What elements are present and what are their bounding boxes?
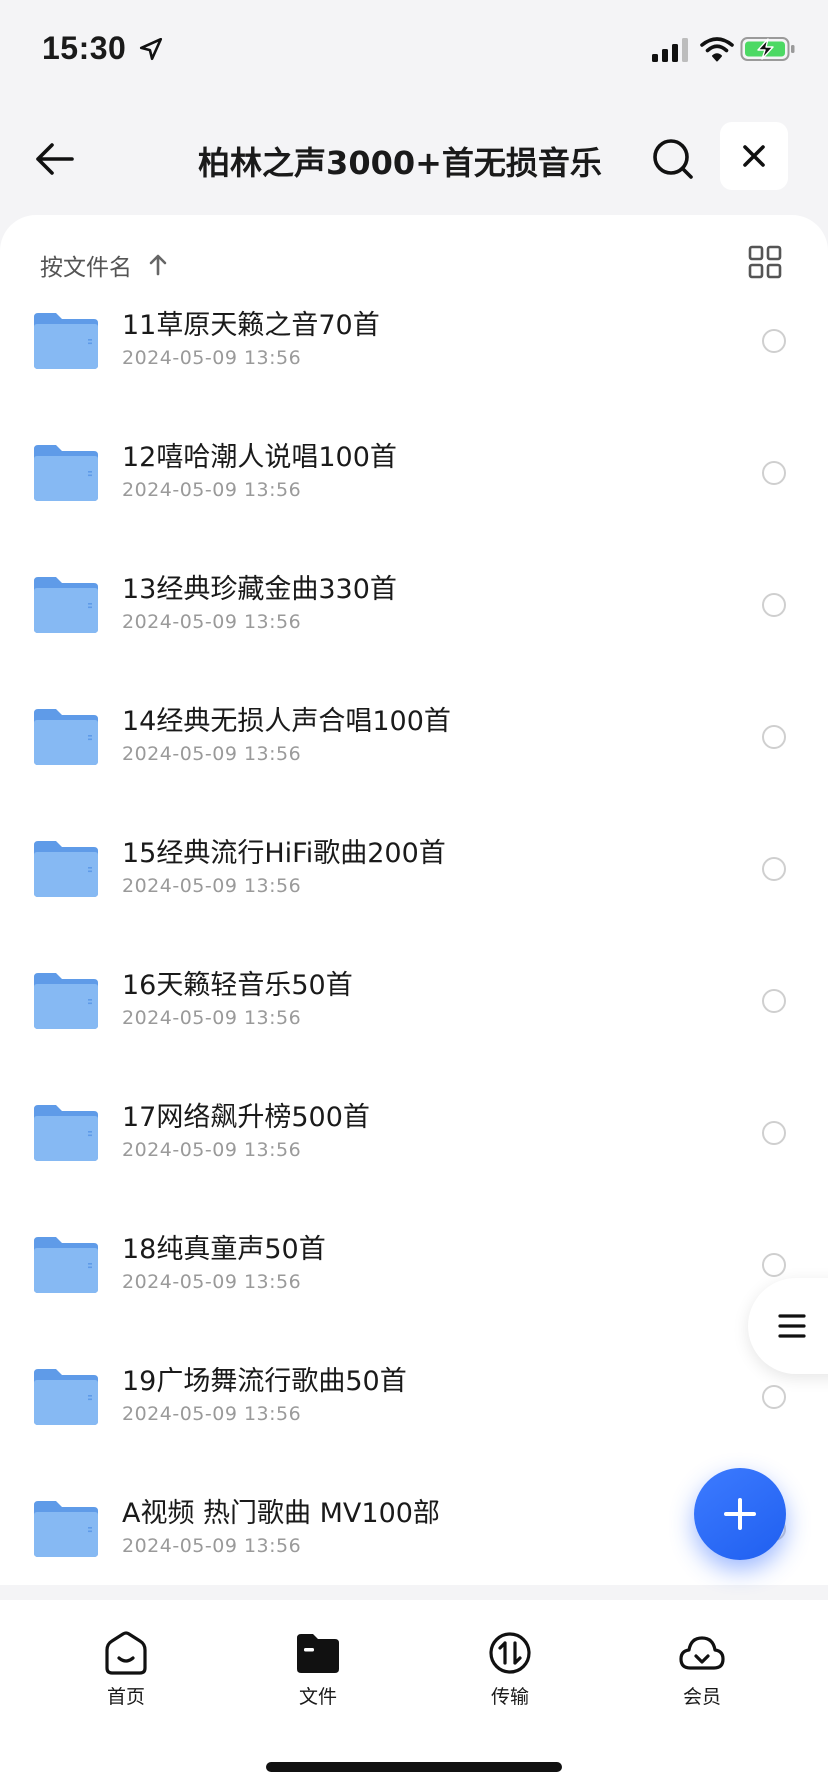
select-radio[interactable] <box>762 329 786 353</box>
file-list-item[interactable]: 12嘻哈潮人说唱100首 2024-05-09 13:56 <box>0 429 828 561</box>
folder-icon <box>34 1369 98 1425</box>
file-name: 17网络飙升榜500首 <box>122 1102 370 1133</box>
file-name: 19广场舞流行歌曲50首 <box>122 1366 407 1397</box>
select-radio[interactable] <box>762 857 786 881</box>
folder-icon <box>34 1105 98 1161</box>
file-name: 15经典流行HiFi歌曲200首 <box>122 838 446 869</box>
file-icon <box>297 1634 339 1673</box>
select-radio[interactable] <box>762 1121 786 1145</box>
file-date: 2024-05-09 13:56 <box>122 1535 302 1557</box>
file-name: 13经典珍藏金曲330首 <box>122 574 397 605</box>
tab-member[interactable]: 会员 <box>642 1630 762 1709</box>
file-name: 11草原天籁之音70首 <box>122 310 380 341</box>
file-name: 14经典无损人声合唱100首 <box>122 706 451 737</box>
bottom-safe-area <box>0 1720 828 1792</box>
cloud-icon <box>679 1636 725 1670</box>
location-arrow-icon <box>139 37 163 61</box>
tab-label: 传输 <box>490 1686 529 1708</box>
select-radio[interactable] <box>762 593 786 617</box>
tab-transfer[interactable]: 传输 <box>450 1630 570 1709</box>
select-radio[interactable] <box>762 989 786 1013</box>
add-button[interactable] <box>694 1468 786 1560</box>
folder-icon <box>34 709 98 765</box>
select-radio[interactable] <box>762 1385 786 1409</box>
folder-icon <box>34 1501 98 1557</box>
sort-control[interactable]: 按文件名 <box>40 245 170 285</box>
arrow-up-icon <box>149 254 167 276</box>
cellular-signal-icon <box>652 38 688 62</box>
file-name: 18纯真童声50首 <box>122 1234 326 1265</box>
file-date: 2024-05-09 13:56 <box>122 1139 302 1161</box>
close-icon <box>743 145 765 167</box>
file-name: 12嘻哈潮人说唱100首 <box>122 442 397 473</box>
page-title: 柏林之声3000+首无损音乐 <box>198 144 602 182</box>
status-time: 15:30 <box>42 30 127 66</box>
plus-icon <box>724 1498 756 1530</box>
tab-label: 会员 <box>682 1686 721 1708</box>
transfer-icon <box>489 1632 531 1674</box>
file-list-item[interactable]: 15经典流行HiFi歌曲200首 2024-05-09 13:56 <box>0 825 828 957</box>
home-indicator <box>266 1762 562 1772</box>
back-arrow-icon[interactable] <box>30 134 80 184</box>
tab-files[interactable]: 文件 <box>258 1630 378 1709</box>
bottom-tab-bar: 首页 文件 传输 会员 <box>0 1600 828 1720</box>
tab-label: 文件 <box>298 1686 337 1708</box>
file-list-item[interactable]: 19广场舞流行歌曲50首 2024-05-09 13:56 <box>0 1353 828 1485</box>
status-bar: 15:30 <box>0 0 828 100</box>
list-menu-icon <box>778 1314 806 1338</box>
folder-icon <box>34 445 98 501</box>
tab-label: 首页 <box>106 1686 145 1708</box>
folder-icon <box>34 973 98 1029</box>
tab-home[interactable]: 首页 <box>66 1630 186 1709</box>
file-list-panel: 按文件名 11草原天籁之音70首 2024-05-09 13:56 12嘻哈潮人说唱… <box>0 215 828 1585</box>
file-name: 16天籁轻音乐50首 <box>122 970 353 1001</box>
select-radio[interactable] <box>762 1253 786 1277</box>
file-date: 2024-05-09 13:56 <box>122 875 302 897</box>
folder-icon <box>34 1237 98 1293</box>
file-list-item[interactable]: 16天籁轻音乐50首 2024-05-09 13:56 <box>0 957 828 1089</box>
select-radio[interactable] <box>762 461 786 485</box>
grid-view-icon[interactable] <box>748 245 782 279</box>
file-date: 2024-05-09 13:56 <box>122 1007 302 1029</box>
file-name: A视频 热门歌曲 MV100部 <box>122 1498 440 1529</box>
file-list-item[interactable]: 17网络飙升榜500首 2024-05-09 13:56 <box>0 1089 828 1221</box>
file-date: 2024-05-09 13:56 <box>122 479 302 501</box>
home-icon <box>105 1631 147 1675</box>
select-radio[interactable] <box>762 725 786 749</box>
folder-icon <box>34 841 98 897</box>
file-date: 2024-05-09 13:56 <box>122 743 302 765</box>
wifi-icon <box>700 37 734 62</box>
file-date: 2024-05-09 13:56 <box>122 611 302 633</box>
file-list: 11草原天籁之音70首 2024-05-09 13:56 12嘻哈潮人说唱100首 2… <box>0 297 828 1585</box>
file-list-item[interactable]: 13经典珍藏金曲330首 2024-05-09 13:56 <box>0 561 828 693</box>
file-date: 2024-05-09 13:56 <box>122 1271 302 1293</box>
file-list-item[interactable]: 14经典无损人声合唱100首 2024-05-09 13:56 <box>0 693 828 825</box>
file-list-item[interactable]: 18纯真童声50首 2024-05-09 13:56 <box>0 1221 828 1353</box>
search-icon[interactable] <box>648 134 698 184</box>
folder-icon <box>34 577 98 633</box>
file-date: 2024-05-09 13:56 <box>122 1403 302 1425</box>
nav-bar: 柏林之声3000+首无损音乐 <box>0 110 828 210</box>
close-button[interactable] <box>720 122 788 190</box>
file-list-item[interactable]: 11草原天籁之音70首 2024-05-09 13:56 <box>0 297 828 429</box>
folder-icon <box>34 313 98 369</box>
battery-charging-icon <box>740 37 795 61</box>
sort-label: 按文件名 <box>40 255 132 281</box>
file-date: 2024-05-09 13:56 <box>122 347 302 369</box>
